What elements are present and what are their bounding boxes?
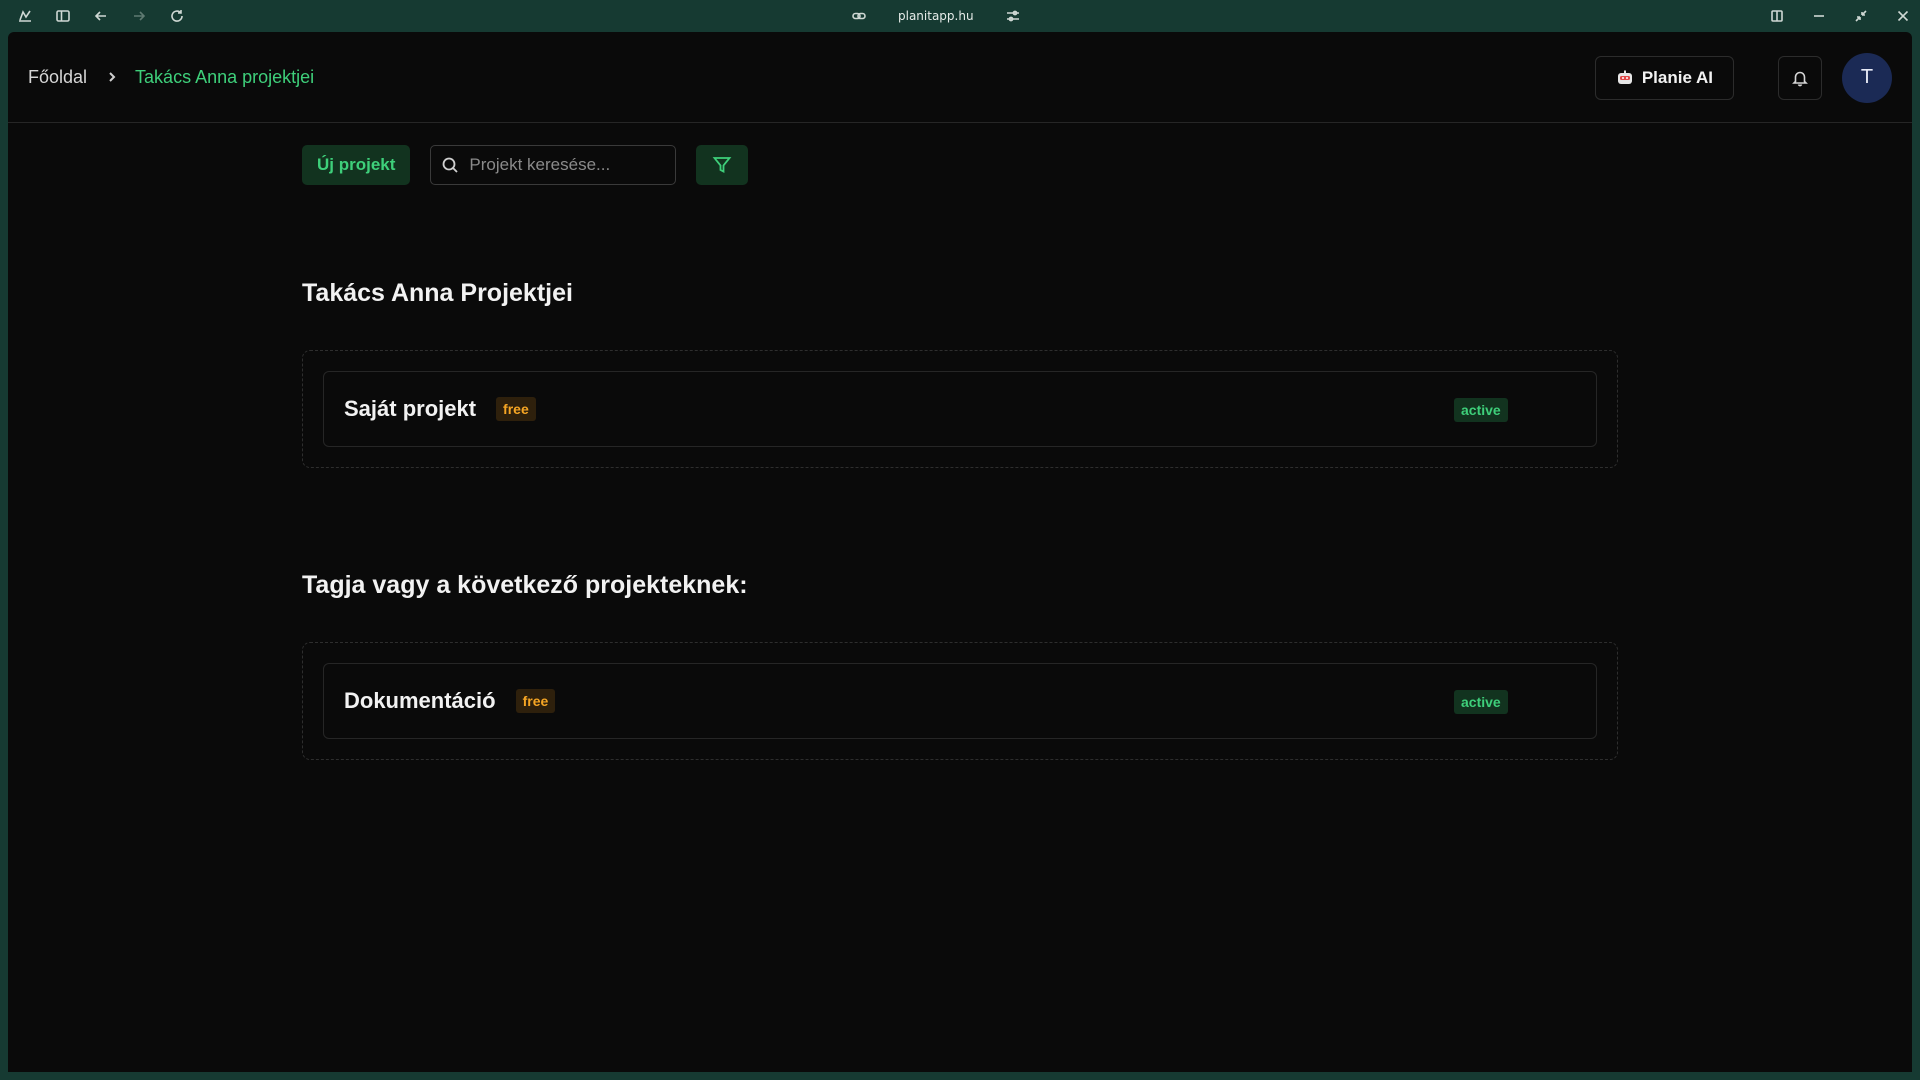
address-bar[interactable]: planitapp.hu xyxy=(850,0,1022,32)
breadcrumb-home-link[interactable]: Főoldal xyxy=(28,67,87,88)
header-actions: Planie AI T xyxy=(1594,32,1892,123)
link-icon[interactable] xyxy=(850,7,868,25)
app-window: Főoldal Takács Anna projektjei Planie AI xyxy=(8,32,1912,1072)
planie-ai-button[interactable]: Planie AI xyxy=(1594,55,1734,100)
project-card[interactable]: Dokumentáció free active xyxy=(323,663,1597,739)
browser-chrome: planitapp.hu xyxy=(0,0,1920,32)
minimize-icon[interactable] xyxy=(1810,7,1828,25)
project-name: Saját projekt xyxy=(344,396,477,421)
member-projects-title: Tagja vagy a következő projekteknek: xyxy=(302,571,748,599)
status-badge: active xyxy=(1454,398,1508,422)
notifications-button[interactable] xyxy=(1778,55,1822,100)
site-settings-icon[interactable] xyxy=(1004,7,1022,25)
forward-arrow-icon[interactable] xyxy=(130,7,148,25)
browser-nav xyxy=(0,7,186,25)
new-project-button[interactable]: Új projekt xyxy=(302,145,411,185)
plan-badge: free xyxy=(496,397,536,421)
plan-badge: free xyxy=(515,689,556,713)
reload-icon[interactable] xyxy=(168,7,186,25)
split-view-icon[interactable] xyxy=(1768,7,1786,25)
back-arrow-icon[interactable] xyxy=(92,7,110,25)
status-badge: active xyxy=(1454,690,1508,714)
search-icon xyxy=(443,157,459,173)
user-avatar[interactable]: T xyxy=(1842,52,1892,103)
filter-button[interactable] xyxy=(696,145,749,185)
breadcrumb: Főoldal Takács Anna projektjei xyxy=(28,67,314,88)
project-card[interactable]: Saját projekt free active xyxy=(323,371,1597,447)
main-content: Új projekt Takács Anna Projektjei Saját … xyxy=(302,145,1626,760)
project-toolbar: Új projekt xyxy=(302,145,1626,185)
sidebar-toggle-icon[interactable] xyxy=(54,7,72,25)
bell-icon xyxy=(1792,71,1808,86)
member-projects-list: Dokumentáció free active xyxy=(302,642,1618,760)
search-input[interactable] xyxy=(469,155,670,175)
breadcrumb-current-link[interactable]: Takács Anna projektjei xyxy=(135,67,314,88)
own-projects-title: Takács Anna Projektjei xyxy=(302,279,573,307)
restore-icon[interactable] xyxy=(1852,7,1870,25)
project-search[interactable] xyxy=(430,145,677,185)
filter-icon xyxy=(713,157,732,173)
url-text[interactable]: planitapp.hu xyxy=(898,9,974,23)
chevron-right-icon xyxy=(105,70,119,84)
top-bar: Főoldal Takács Anna projektjei Planie AI xyxy=(8,32,1912,123)
project-name: Dokumentáció xyxy=(344,688,496,713)
close-icon[interactable] xyxy=(1894,7,1912,25)
window-controls xyxy=(1768,0,1912,32)
extensions-icon[interactable] xyxy=(16,7,34,25)
own-projects-list: Saját projekt free active xyxy=(302,350,1618,468)
planie-ai-label: Planie AI xyxy=(1641,67,1713,87)
robot-icon xyxy=(1617,70,1632,84)
